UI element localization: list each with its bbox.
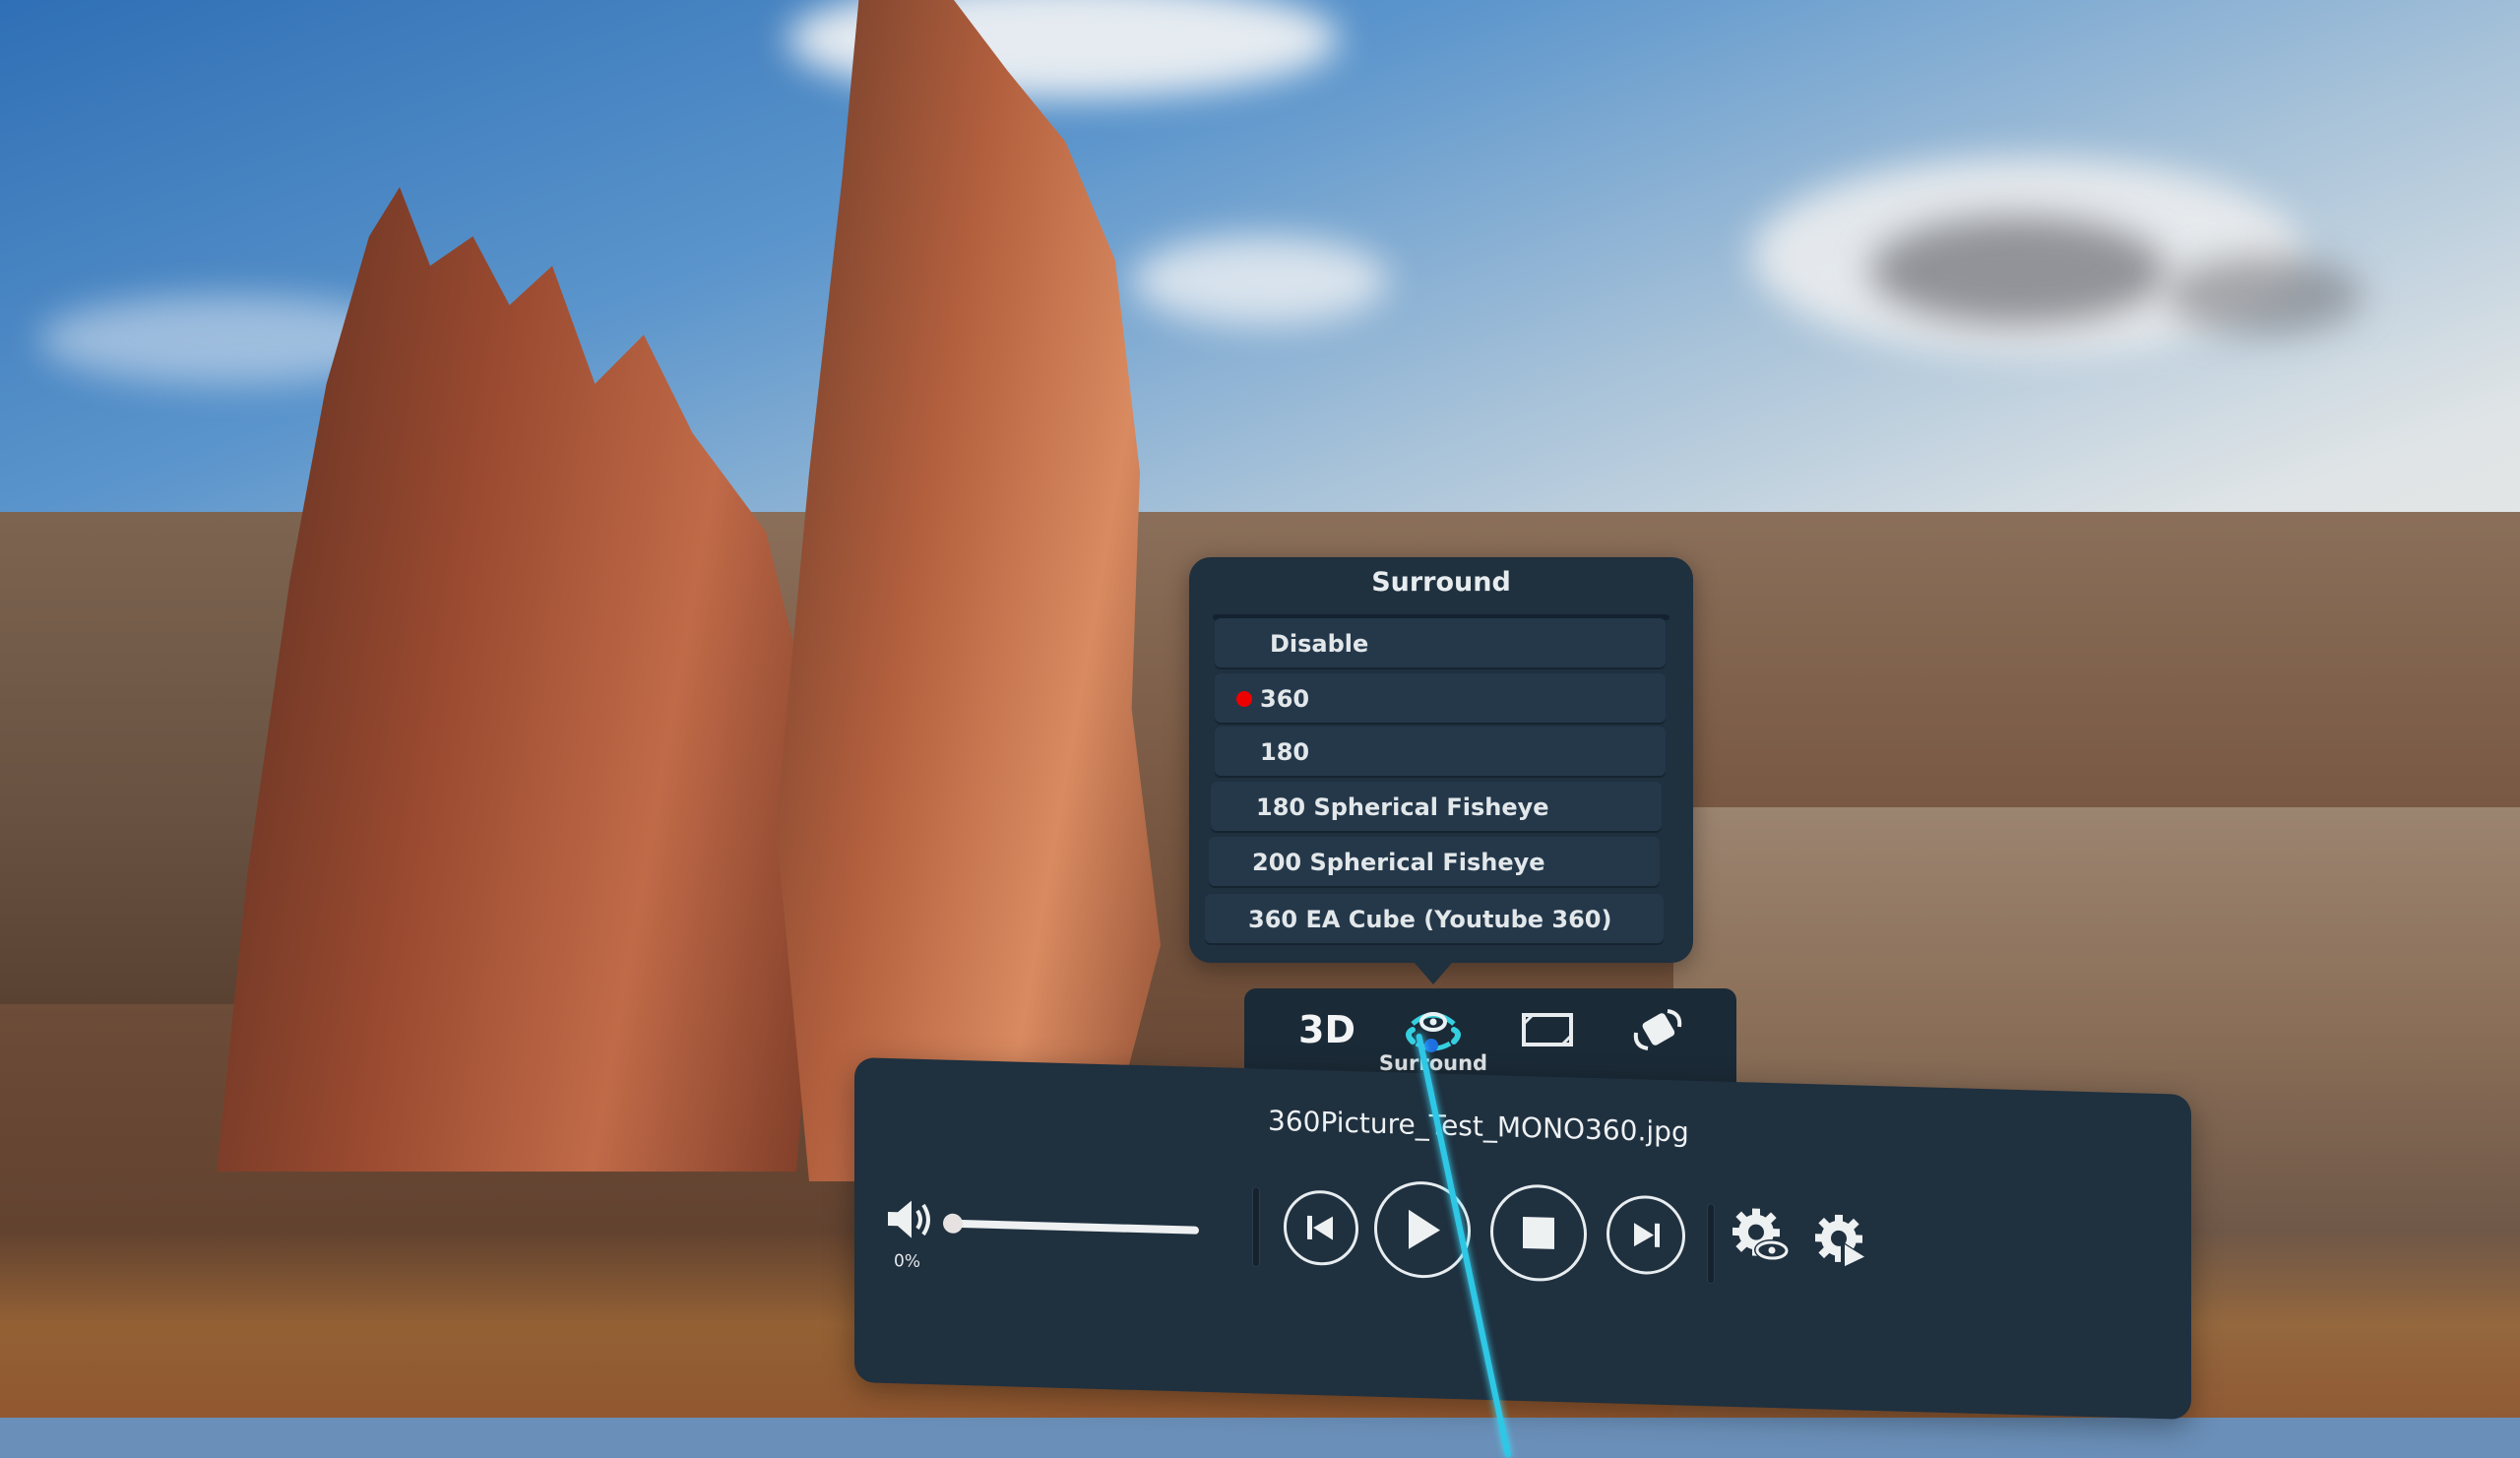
surround-option-360-ea-cube[interactable]: 360 EA Cube (Youtube 360) (1205, 894, 1664, 945)
surround-option-disable[interactable]: Disable (1215, 618, 1666, 669)
gear-play-icon[interactable] (1811, 1210, 1876, 1277)
option-label: 360 EA Cube (Youtube 360) (1248, 906, 1612, 933)
popup-pointer-tail (1408, 955, 1459, 984)
next-button[interactable] (1606, 1194, 1685, 1276)
file-name: 360Picture_Test_MONO360.jpg (1268, 1104, 1689, 1149)
surround-option-180[interactable]: 180 (1215, 727, 1666, 778)
surround-option-360[interactable]: 360 (1215, 673, 1666, 725)
option-label: 200 Spherical Fisheye (1252, 849, 1545, 876)
cloud (1132, 236, 1388, 325)
previous-button[interactable] (1284, 1189, 1358, 1267)
flat-screen-mode-button[interactable] (1508, 1000, 1587, 1059)
volume-slider[interactable] (943, 1213, 1199, 1235)
rotate-mode-button[interactable] (1618, 1000, 1697, 1059)
volume-percent: 0% (894, 1251, 920, 1272)
speaker-icon[interactable] (884, 1196, 937, 1243)
volume-slider-handle[interactable] (943, 1213, 963, 1235)
divider (1707, 1203, 1715, 1285)
divider (1252, 1186, 1260, 1268)
play-icon (1409, 1209, 1440, 1249)
media-player-panel: 360Picture_Test_MONO360.jpg 0% (854, 1057, 2191, 1420)
surround-mode-button[interactable] (1394, 1000, 1473, 1059)
skip-next-icon (1634, 1223, 1660, 1247)
option-label: 180 Spherical Fisheye (1256, 793, 1549, 821)
option-label: 360 (1260, 685, 1310, 713)
option-label: 180 (1260, 738, 1310, 766)
surround-option-200-spherical-fisheye[interactable]: 200 Spherical Fisheye (1209, 837, 1660, 888)
skip-previous-icon (1307, 1215, 1333, 1240)
3d-mode-button[interactable]: 3D (1288, 1000, 1366, 1059)
gear-eye-icon[interactable] (1729, 1204, 1794, 1271)
mode-toolbar: 3D Surround (1244, 988, 1736, 1083)
cloud (2166, 256, 2362, 335)
selected-indicator-icon (1236, 691, 1252, 707)
surround-eye-icon (1406, 1012, 1461, 1052)
screen-frame-icon (1522, 1013, 1573, 1046)
rotate-icon (1633, 1009, 1682, 1050)
stop-icon (1523, 1216, 1554, 1249)
surround-menu-title: Surround (1371, 567, 1511, 598)
stop-button[interactable] (1490, 1183, 1587, 1283)
surround-menu: Surround Disable 360 180 180 Spherical F… (1189, 557, 1693, 963)
surround-option-180-spherical-fisheye[interactable]: 180 Spherical Fisheye (1211, 782, 1662, 833)
option-label: Disable (1270, 630, 1369, 658)
cloud (1870, 217, 2166, 325)
